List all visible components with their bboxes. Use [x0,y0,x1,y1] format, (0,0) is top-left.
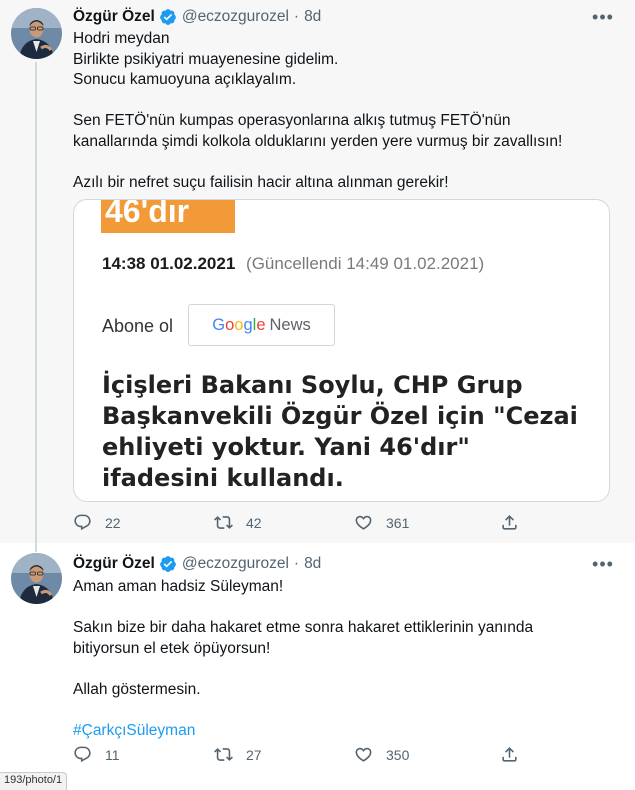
link-card-image[interactable]: 46'dır 14:38 01.02.2021 (Güncellendi 14:… [73,199,610,502]
reply-count: 22 [105,514,121,531]
updated-time: (Güncellendi 14:49 01.02.2021) [246,254,485,273]
verified-badge-icon [159,8,177,26]
retweet-count: 27 [246,746,262,763]
published-time: 14:38 01.02.2021 [102,254,236,273]
share-icon [502,747,517,762]
author-handle[interactable]: @eczozgurozel [182,8,289,26]
author-name[interactable]: Özgür Özel [73,555,155,573]
reply-icon [74,746,91,763]
text-line: Sakın bize bir daha hakaret etme sonra h… [73,619,534,636]
reply-icon [74,514,91,531]
retweet-icon [214,748,233,761]
like-button[interactable]: 361 [354,513,409,532]
like-icon [355,747,372,762]
author-handle[interactable]: @eczozgurozel [182,555,289,573]
author-name[interactable]: Özgür Özel [73,8,155,26]
verified-badge-icon [159,555,177,573]
tweet-text: Aman aman hadsiz Süleyman! Sakın bize bi… [73,577,613,741]
text-line: kanallarında şimdi kolkola olduklarını y… [73,132,563,150]
separator-dot: · [293,555,300,572]
google-news-button: Google News [188,304,335,346]
text-line: Sonucu kamuoyuna açıklayalım. [73,71,297,88]
share-icon [502,515,517,530]
more-icon[interactable]: ••• [592,554,613,574]
hashtag-link[interactable]: #ÇarkçıSüleyman [73,721,613,742]
subscribe-label: Abone ol [102,316,174,336]
reply-button[interactable]: 11 [73,745,120,764]
retweet-button[interactable]: 27 [214,745,262,764]
text-line: Allah göstermesin. [73,680,201,698]
retweet-button[interactable]: 42 [214,513,262,532]
share-button[interactable] [500,513,519,532]
tweet[interactable]: Özgür Özel @eczozgurozel · 8d ••• Aman a… [0,543,635,790]
tweet-header: Özgür Özel @eczozgurozel · 8d [73,553,321,575]
text-line: Aman aman hadsiz Süleyman! [73,578,284,595]
reply-button[interactable]: 22 [73,513,121,532]
card-timestamp: 14:38 01.02.2021 (Güncellendi 14:49 01.0… [102,254,484,274]
card-badge: 46'dır [101,200,235,233]
tweet-time[interactable]: 8d [304,8,321,26]
thread-connector [35,62,37,543]
retweet-icon [214,516,233,529]
like-count: 361 [386,514,410,531]
status-url-bar: 193/photo/1 [0,772,68,790]
reply-count: 11 [105,746,120,763]
card-headline: İçişleri Bakanı Soylu, CHP Grup Başkanve… [102,371,578,492]
tweet-actions: 22 42 361 [73,513,533,535]
tweet-header: Özgür Özel @eczozgurozel · 8d [73,6,321,28]
tweet-actions: 11 27 350 [73,745,533,767]
text-line: Hodri meydan [73,30,170,47]
like-button[interactable]: 350 [354,745,409,764]
tweet[interactable]: Özgür Özel @eczozgurozel · 8d ••• Hodri … [0,0,635,543]
text-line: Birlikte psikiyatri muayenesine gidelim. [73,50,339,68]
text-line: bitiyorsun el etek öpüyorsun! [73,639,271,657]
like-count: 350 [386,746,410,763]
text-line: Azılı bir nefret suçu failisin hacir alt… [73,173,449,191]
thread-connector [35,543,37,552]
share-button[interactable] [500,745,519,764]
tweet-time[interactable]: 8d [304,555,321,573]
more-icon[interactable]: ••• [592,7,613,27]
like-icon [355,515,372,530]
text-line: Sen FETÖ'nün kumpas operasyonlarına alkı… [73,112,511,129]
retweet-count: 42 [246,514,262,531]
avatar[interactable] [11,553,62,604]
separator-dot: · [293,8,300,25]
avatar[interactable] [11,8,62,59]
tweet-text: Hodri meydan Birlikte psikiyatri muayene… [73,29,613,193]
